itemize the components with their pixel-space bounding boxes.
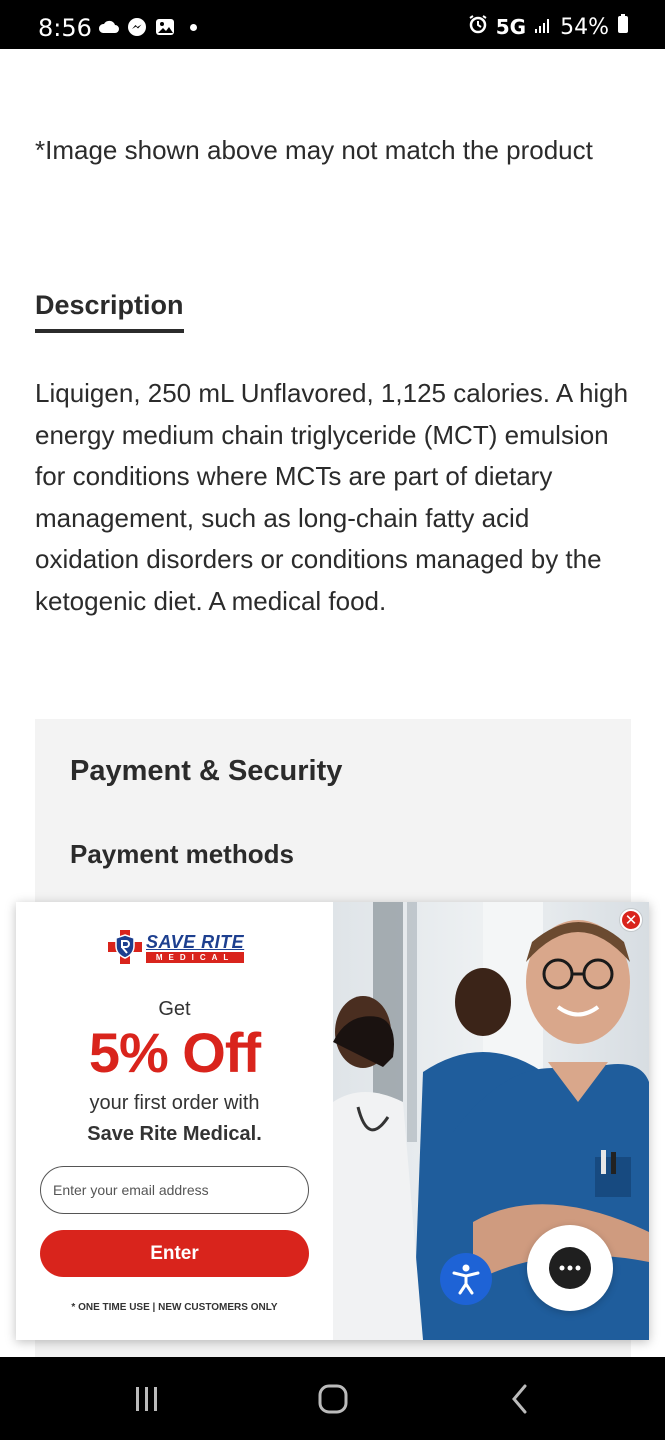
alarm-icon <box>468 14 488 40</box>
chat-bubble-icon <box>549 1247 591 1289</box>
email-input[interactable] <box>40 1166 309 1214</box>
image-disclaimer: *Image shown above may not match the pro… <box>35 135 593 165</box>
back-icon <box>512 1384 527 1414</box>
cloud-icon <box>98 18 120 36</box>
signal-icon <box>534 15 552 40</box>
network-type: 5G <box>495 15 527 39</box>
logo-subtitle: MEDICAL <box>146 951 245 963</box>
payment-methods-label: Payment methods <box>70 839 294 869</box>
close-popup-button[interactable]: ✕ <box>620 909 642 931</box>
status-icons-right: 5G 54% <box>468 14 629 40</box>
recent-apps-button[interactable] <box>127 1379 167 1419</box>
messenger-icon <box>126 18 148 36</box>
popup-line2: Save Rite Medical. <box>87 1123 262 1145</box>
popup-fine-print: * ONE TIME USE | NEW CUSTOMERS ONLY <box>71 1302 278 1313</box>
save-rite-logo: SAVE RITE MEDICAL <box>108 930 245 964</box>
accessibility-button[interactable] <box>440 1253 492 1305</box>
chat-button[interactable] <box>527 1225 613 1311</box>
home-button[interactable] <box>313 1379 353 1419</box>
logo-name: SAVE RITE <box>146 931 245 952</box>
popup-offer: 5% Off <box>88 1021 261 1084</box>
android-nav-bar <box>0 1357 665 1440</box>
notification-dot <box>190 23 197 31</box>
back-button[interactable] <box>500 1379 540 1419</box>
payment-security-title: Payment & Security <box>70 755 343 787</box>
battery-icon <box>617 14 629 40</box>
popup-line1: your first order with <box>89 1092 260 1114</box>
status-bar: 8:56 5G 54% <box>0 0 665 49</box>
enter-button[interactable]: Enter <box>40 1230 309 1277</box>
status-time: 8:56 <box>38 14 92 42</box>
recent-apps-icon <box>136 1387 157 1411</box>
description-heading[interactable]: Description <box>35 290 184 333</box>
popup-form-panel: SAVE RITE MEDICAL Get 5% Off your first … <box>16 902 333 1340</box>
home-icon <box>318 1384 348 1414</box>
battery-percent: 54% <box>560 14 609 40</box>
description-body: Liquigen, 250 mL Unflavored, 1,125 calor… <box>35 378 629 616</box>
popup-get-text: Get <box>158 998 191 1020</box>
cross-shield-icon <box>108 930 142 964</box>
gallery-icon <box>154 18 176 36</box>
status-icons-left <box>98 18 197 36</box>
accessibility-icon <box>452 1264 480 1295</box>
